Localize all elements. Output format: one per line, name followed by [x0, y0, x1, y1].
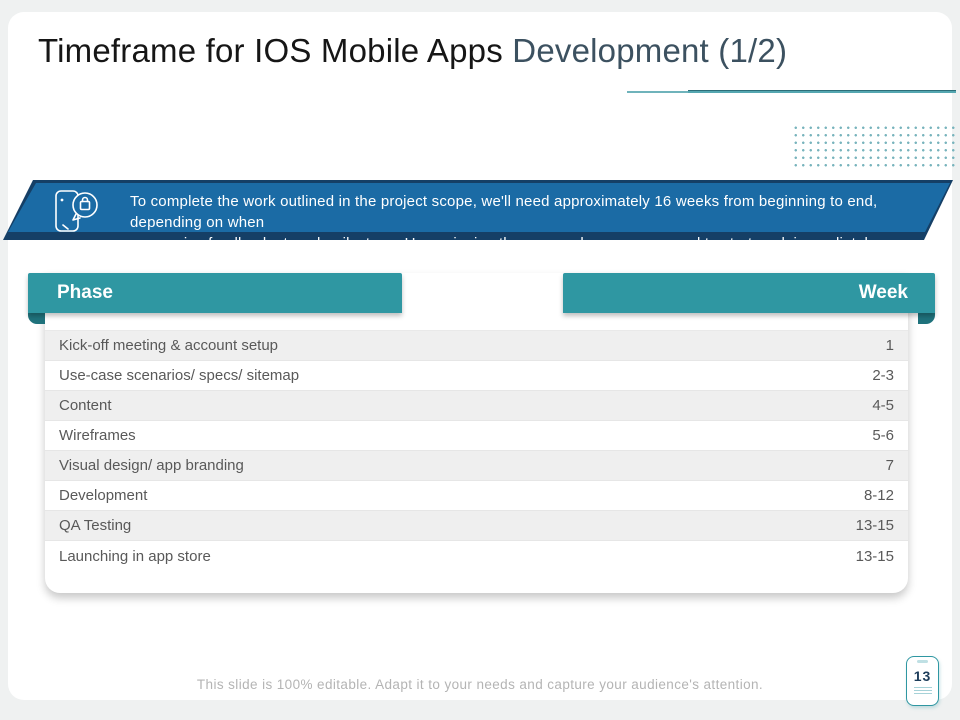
table-header-week: Week: [563, 273, 935, 313]
phase-cell: Launching in app store: [59, 548, 211, 565]
dots-pattern: [792, 124, 958, 169]
week-cell: 13-15: [856, 548, 894, 565]
table-header-phase: Phase: [28, 273, 402, 313]
title-underline-short: [627, 91, 688, 93]
phase-cell: Visual design/ app branding: [59, 457, 244, 474]
phase-cell: Development: [59, 487, 147, 504]
phase-cell: Use-case scenarios/ specs/ sitemap: [59, 367, 299, 384]
table-row: QA Testing 13-15: [45, 511, 908, 541]
phone-chat-icon: [52, 187, 104, 237]
page-number-phone-icon: 13: [906, 656, 939, 706]
phase-cell: Wireframes: [59, 427, 136, 444]
timeline-table-rows: Kick-off meeting & account setup 1 Use-c…: [45, 330, 908, 571]
phone-lines: [914, 687, 932, 694]
info-banner-text: To complete the work outlined in the pro…: [130, 191, 940, 254]
week-cell: 2-3: [872, 367, 894, 384]
table-row: Launching in app store 13-15: [45, 541, 908, 571]
info-banner-line-2: we receive feedback at each milestone. U…: [130, 233, 940, 254]
phone-notch: [917, 660, 928, 663]
week-cell: 8-12: [864, 487, 894, 504]
week-cell: 1: [886, 337, 894, 354]
table-row: Kick-off meeting & account setup 1: [45, 331, 908, 361]
week-cell: 5-6: [872, 427, 894, 444]
phase-cell: Kick-off meeting & account setup: [59, 337, 278, 354]
page-number: 13: [914, 668, 932, 684]
table-row: Use-case scenarios/ specs/ sitemap 2-3: [45, 361, 908, 391]
week-cell: 7: [886, 457, 894, 474]
footer-note: This slide is 100% editable. Adapt it to…: [0, 677, 960, 692]
timeline-table: Kick-off meeting & account setup 1 Use-c…: [45, 273, 908, 593]
title-underline-long: [688, 90, 956, 93]
page-title: Timeframe for IOS Mobile Apps Developmen…: [38, 32, 787, 70]
week-cell: 4-5: [872, 397, 894, 414]
page-title-main: Timeframe for IOS Mobile Apps: [38, 32, 503, 69]
info-banner-line-1: To complete the work outlined in the pro…: [130, 191, 940, 233]
table-row: Development 8-12: [45, 481, 908, 511]
page-title-accent: Development (1/2): [512, 32, 787, 69]
phase-cell: Content: [59, 397, 112, 414]
phase-cell: QA Testing: [59, 517, 131, 534]
slide: Timeframe for IOS Mobile Apps Developmen…: [0, 0, 960, 720]
table-row: Content 4-5: [45, 391, 908, 421]
table-row: Visual design/ app branding 7: [45, 451, 908, 481]
week-cell: 13-15: [856, 517, 894, 534]
table-row: Wireframes 5-6: [45, 421, 908, 451]
